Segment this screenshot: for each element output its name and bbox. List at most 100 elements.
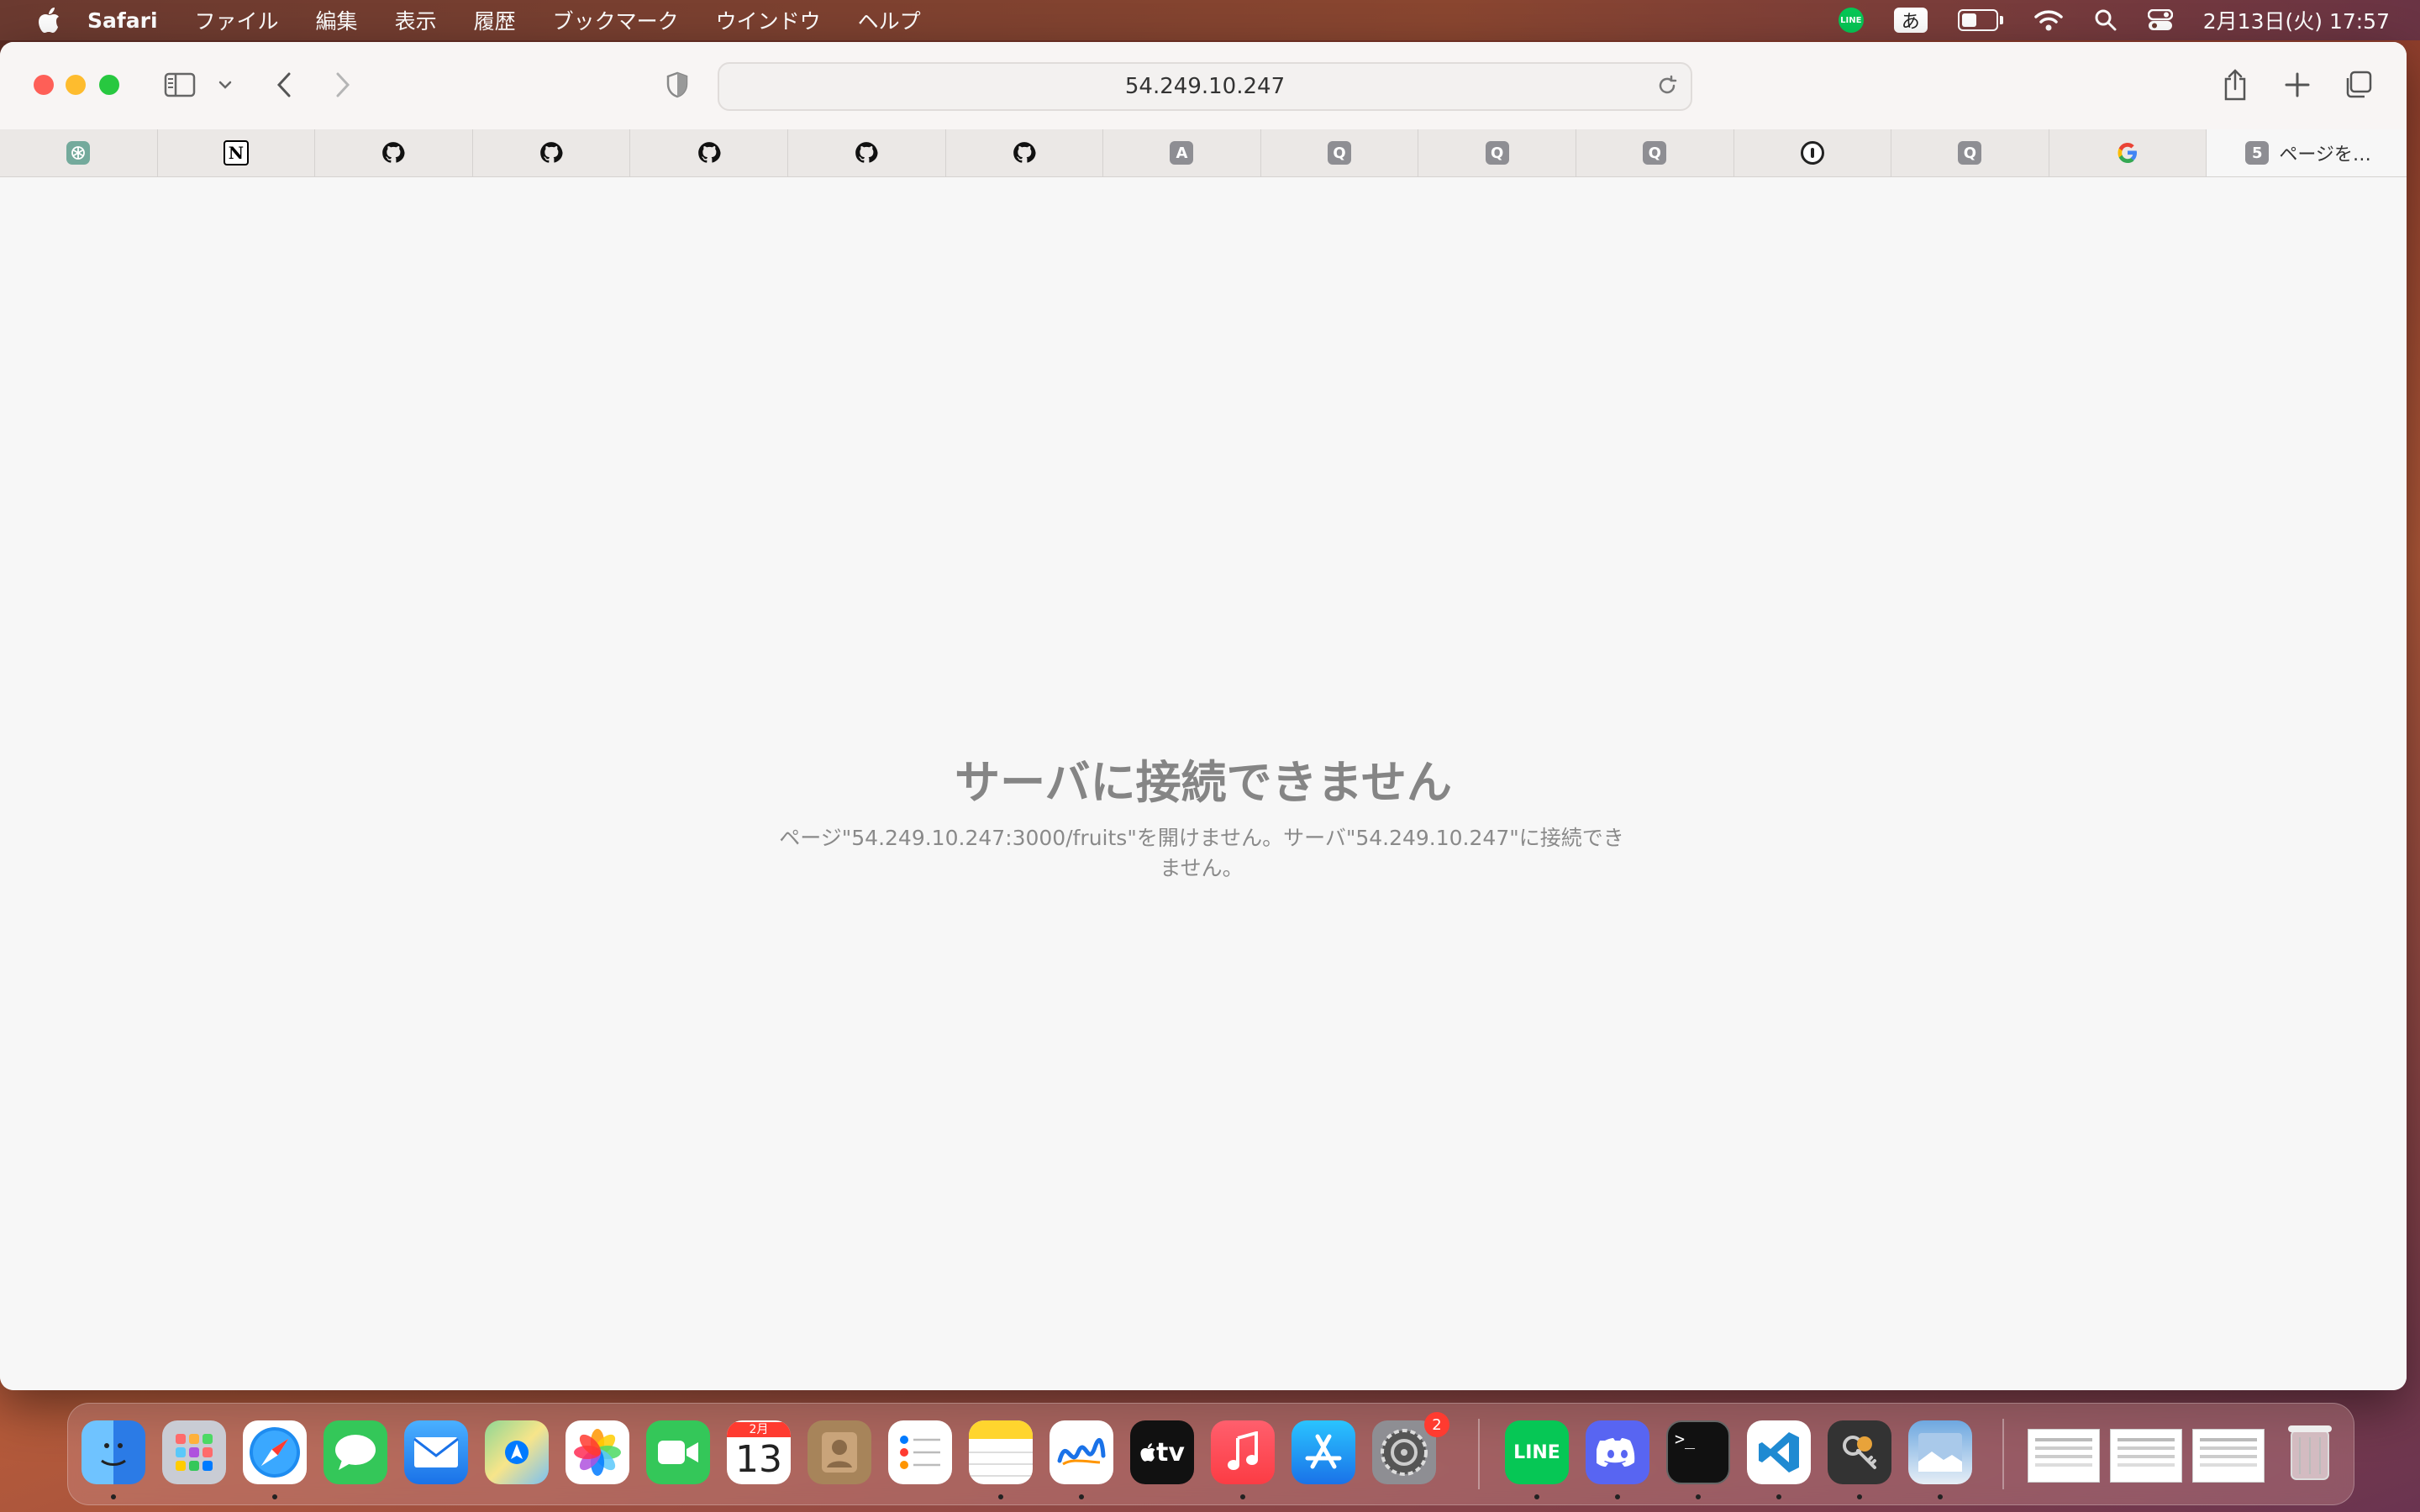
contacts-icon[interactable]: [808, 1420, 871, 1484]
tab-2[interactable]: N: [158, 129, 316, 176]
messages-icon[interactable]: [324, 1420, 387, 1484]
letter-q-icon: Q: [1328, 141, 1352, 165]
tab-7[interactable]: [946, 129, 1104, 176]
tab-1[interactable]: [0, 129, 158, 176]
chevron-down-icon: [218, 81, 232, 89]
minimized-window-thumbnail[interactable]: [2192, 1429, 2265, 1483]
app-store-icon[interactable]: [1292, 1420, 1355, 1484]
line-app-icon[interactable]: LINE: [1505, 1420, 1569, 1484]
tab-4[interactable]: [473, 129, 631, 176]
photos-icon[interactable]: [566, 1420, 629, 1484]
music-icon[interactable]: [1211, 1420, 1275, 1484]
wifi-icon[interactable]: [2033, 0, 2064, 40]
launchpad-icon[interactable]: [162, 1420, 226, 1484]
forward-button[interactable]: [326, 66, 360, 104]
window-minimize-button[interactable]: [66, 75, 86, 95]
tab-10[interactable]: Q: [1418, 129, 1576, 176]
tab-overview-button[interactable]: [2341, 66, 2375, 104]
keychain-running-dot: [1857, 1494, 1862, 1499]
privacy-report-button[interactable]: [662, 66, 692, 104]
line-app-label: LINE: [1513, 1441, 1560, 1463]
reminders-icon[interactable]: [888, 1420, 952, 1484]
dock: 2月 13 tv 2 LINE >_: [67, 1403, 2354, 1505]
music-running-dot: [1240, 1494, 1245, 1499]
menu-edit[interactable]: 編集: [316, 5, 358, 35]
letter-q-icon: Q: [1485, 141, 1509, 165]
sidebar-menu-button[interactable]: [215, 66, 235, 104]
calendar-icon[interactable]: 2月 13: [727, 1420, 791, 1484]
line-status-icon[interactable]: LINE: [1838, 0, 1864, 40]
new-tab-button[interactable]: [2281, 66, 2314, 104]
preview-running-dot: [1938, 1494, 1943, 1499]
safari-icon[interactable]: [243, 1420, 307, 1484]
tab-active[interactable]: 5 ページを…: [2207, 129, 2407, 176]
line-running-dot: [1534, 1494, 1539, 1499]
apple-tv-icon[interactable]: tv: [1130, 1420, 1194, 1484]
tab-9[interactable]: Q: [1261, 129, 1419, 176]
trash-icon[interactable]: [2278, 1420, 2342, 1484]
share-button[interactable]: [2218, 66, 2252, 104]
calendar-day: 13: [735, 1438, 782, 1481]
chevron-left-icon: [276, 72, 291, 97]
letter-a-icon: A: [1170, 141, 1194, 165]
terminal-running-dot: [1696, 1494, 1701, 1499]
menu-bookmarks[interactable]: ブックマーク: [553, 5, 679, 35]
mail-icon[interactable]: [404, 1420, 468, 1484]
spotlight-search-icon[interactable]: [2094, 0, 2118, 40]
tab-6[interactable]: [788, 129, 946, 176]
input-method-label: あ: [1893, 8, 1928, 33]
tab-13[interactable]: Q: [1891, 129, 2049, 176]
tab-5[interactable]: [630, 129, 788, 176]
error-title: サーバに接続できません: [955, 756, 1452, 809]
calendar-month: 2月: [727, 1422, 791, 1437]
back-button[interactable]: [267, 66, 301, 104]
github-icon: [381, 141, 406, 165]
reload-icon[interactable]: [1655, 74, 1679, 97]
input-method-icon[interactable]: あ: [1893, 0, 1928, 40]
menu-help[interactable]: ヘルプ: [858, 5, 921, 35]
menu-history[interactable]: 履歴: [474, 5, 516, 35]
menu-view[interactable]: 表示: [395, 5, 437, 35]
browser-toolbar: 54.249.10.247: [0, 42, 2407, 130]
github-icon: [697, 141, 721, 165]
notes-running-dot: [998, 1494, 1003, 1499]
menu-clock[interactable]: 2月13日(火) 17:57: [2203, 5, 2390, 35]
address-bar[interactable]: 54.249.10.247: [718, 62, 1692, 111]
tab-11[interactable]: Q: [1576, 129, 1734, 176]
vscode-running-dot: [1776, 1494, 1781, 1499]
facetime-icon[interactable]: [646, 1420, 710, 1484]
sidebar-toggle-button[interactable]: [161, 66, 198, 104]
menu-file[interactable]: ファイル: [195, 5, 279, 35]
window-close-button[interactable]: [34, 75, 54, 95]
apple-menu-icon[interactable]: [25, 0, 72, 40]
minimized-window-thumbnail[interactable]: [2028, 1429, 2100, 1483]
menu-bar: Safari ファイル 編集 表示 履歴 ブックマーク ウインドウ ヘルプ LI…: [0, 0, 2420, 40]
tab-14[interactable]: [2049, 129, 2207, 176]
settings-badge: 2: [1424, 1412, 1449, 1437]
control-center-icon[interactable]: [2147, 0, 2173, 40]
error-message: ページ"54.249.10.247:3000/fruits"を開けません。サーバ…: [779, 826, 1624, 880]
tab-8[interactable]: A: [1103, 129, 1261, 176]
discord-icon[interactable]: [1586, 1420, 1649, 1484]
dock-separator-recents: [2002, 1419, 2004, 1489]
tab-12[interactable]: [1734, 129, 1892, 176]
notes-icon[interactable]: [969, 1420, 1033, 1484]
freeform-icon[interactable]: [1050, 1420, 1113, 1484]
share-icon: [2224, 69, 2246, 101]
preview-icon[interactable]: [1908, 1420, 1972, 1484]
window-zoom-button[interactable]: [99, 75, 119, 95]
maps-icon[interactable]: [485, 1420, 549, 1484]
vscode-icon[interactable]: [1747, 1420, 1811, 1484]
keychain-access-icon[interactable]: [1828, 1420, 1891, 1484]
apple-tv-label: tv: [1156, 1437, 1185, 1467]
minimized-window-thumbnail[interactable]: [2110, 1429, 2182, 1483]
battery-icon[interactable]: [1957, 0, 2003, 40]
tab-3[interactable]: [315, 129, 473, 176]
discord-running-dot: [1615, 1494, 1620, 1499]
menu-window[interactable]: ウインドウ: [716, 5, 821, 35]
chevron-right-icon: [336, 72, 350, 97]
terminal-icon[interactable]: >_: [1666, 1420, 1730, 1484]
menu-app-safari[interactable]: Safari: [87, 8, 158, 33]
finder-icon[interactable]: [82, 1420, 145, 1484]
line-status-label: LINE: [1838, 8, 1864, 33]
